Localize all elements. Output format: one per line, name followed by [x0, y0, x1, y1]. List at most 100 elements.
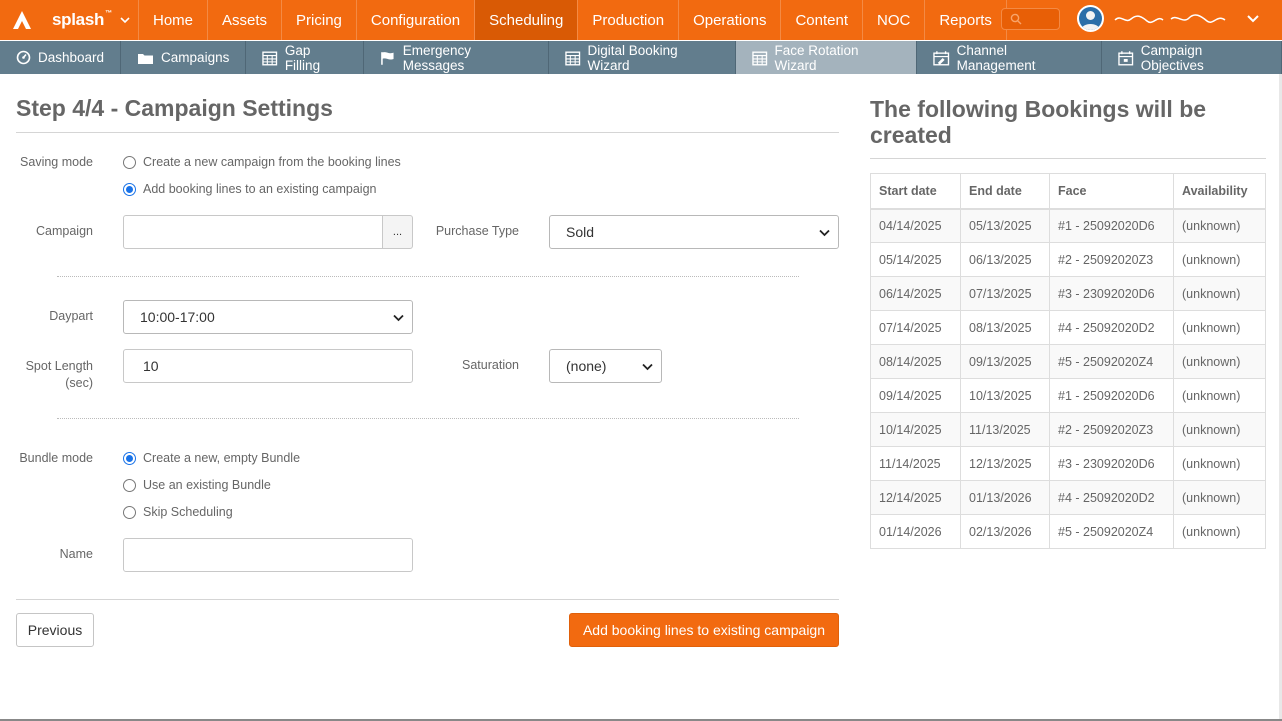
- add-booking-lines-button[interactable]: Add booking lines to existing campaign: [569, 613, 839, 647]
- nav-home[interactable]: Home: [139, 0, 209, 40]
- saving-mode-option-existing[interactable]: Add booking lines to an existing campaig…: [123, 182, 376, 196]
- daypart-value: 10:00-17:00: [140, 309, 215, 325]
- cell-start-date: 04/14/2025: [870, 208, 961, 243]
- cell-face: #1 - 25092020D6: [1049, 208, 1174, 243]
- subnav-campaigns[interactable]: Campaigns: [121, 41, 247, 74]
- subnav-emergency-messages[interactable]: Emergency Messages: [364, 41, 550, 74]
- search-input[interactable]: [1001, 8, 1060, 30]
- section-divider: [57, 276, 799, 277]
- cell-start-date: 11/14/2025: [870, 446, 961, 481]
- cell-end-date: 01/13/2026: [960, 480, 1050, 515]
- bundle-mode-option-existing[interactable]: Use an existing Bundle: [123, 478, 271, 492]
- daypart-label: Daypart: [49, 309, 93, 323]
- radio-button[interactable]: [123, 155, 136, 169]
- table-row: 05/14/2025 06/13/2025 #2 - 25092020Z3 (unkn…: [870, 242, 1266, 277]
- cell-availability: (unknown): [1173, 514, 1266, 549]
- nav-content[interactable]: Content: [781, 0, 863, 40]
- radio-button[interactable]: [123, 505, 136, 519]
- cell-end-date: 10/13/2025: [960, 378, 1050, 413]
- cell-availability: (unknown): [1173, 412, 1266, 447]
- chevron-down-icon: [642, 363, 653, 371]
- cell-start-date: 10/14/2025: [870, 412, 961, 447]
- nav-configuration[interactable]: Configuration: [357, 0, 476, 40]
- subnav-channel-management-label: Channel Management: [956, 42, 1036, 73]
- calendar-grid-icon: [565, 51, 581, 65]
- nav-scheduling[interactable]: Scheduling: [475, 0, 579, 40]
- cell-start-date: 08/14/2025: [870, 344, 961, 379]
- subnav-campaigns-label: Campaigns: [161, 50, 230, 65]
- cell-end-date: 02/13/2026: [960, 514, 1050, 549]
- cell-face: #3 - 23092020D6: [1049, 276, 1174, 311]
- title-divider: [16, 132, 839, 133]
- saturation-value: (none): [566, 358, 607, 374]
- nav-pricing[interactable]: Pricing: [282, 0, 357, 40]
- campaign-input[interactable]: [123, 215, 383, 249]
- nav-operations[interactable]: Operations: [679, 0, 782, 40]
- nav-noc[interactable]: NOC: [863, 0, 926, 40]
- saturation-select[interactable]: (none): [549, 349, 662, 383]
- table-row: 06/14/2025 07/13/2025 #3 - 23092020D6 (unkn…: [870, 276, 1266, 311]
- nav-production[interactable]: Production: [578, 0, 680, 40]
- cell-availability: (unknown): [1173, 480, 1266, 515]
- subnav-dashboard[interactable]: Dashboard: [0, 41, 122, 74]
- table-row: 12/14/2025 01/13/2026 #4 - 25092020D2 (unkn…: [870, 480, 1266, 515]
- column-face[interactable]: Face: [1049, 173, 1174, 210]
- cell-face: #2 - 25092020Z3: [1049, 242, 1174, 277]
- subnav-channel-management[interactable]: Channel Management: [917, 41, 1103, 74]
- cell-start-date: 05/14/2025: [870, 242, 961, 277]
- subnav-digital-booking-wizard[interactable]: Digital Booking Wizard: [549, 41, 737, 74]
- scheduling-subnav: Dashboard Campaigns Gap Filling Emergenc…: [0, 41, 1282, 74]
- name-input[interactable]: [123, 538, 413, 572]
- spot-length-label: Spot Length (sec): [10, 358, 93, 392]
- cell-end-date: 09/13/2025: [960, 344, 1050, 379]
- spot-length-input[interactable]: 10: [123, 349, 413, 383]
- avatar[interactable]: [1077, 5, 1104, 32]
- bundle-mode-label: Bundle mode: [19, 451, 93, 465]
- subnav-gap-filling-label: Gap Filling: [284, 42, 321, 73]
- subnav-face-rotation-wizard-label: Face Rotation Wizard: [774, 42, 859, 73]
- nav-assets[interactable]: Assets: [208, 0, 283, 40]
- cell-availability: (unknown): [1173, 378, 1266, 413]
- saving-mode-option-new[interactable]: Create a new campaign from the booking l…: [123, 155, 401, 169]
- cell-face: #5 - 25092020Z4: [1049, 514, 1174, 549]
- column-start-date[interactable]: Start date: [870, 173, 961, 210]
- campaign-label: Campaign: [36, 224, 93, 238]
- table-row: 04/14/2025 05/13/2025 #1 - 25092020D6 (unkn…: [870, 208, 1266, 243]
- radio-button-checked[interactable]: [123, 451, 136, 465]
- bundle-mode-option-new[interactable]: Create a new, empty Bundle: [123, 451, 300, 465]
- nav-reports[interactable]: Reports: [925, 0, 1007, 40]
- subnav-campaign-objectives[interactable]: Campaign Objectives: [1102, 41, 1282, 74]
- radio-button[interactable]: [123, 478, 136, 492]
- table-row: 11/14/2025 12/13/2025 #3 - 23092020D6 (unkn…: [870, 446, 1266, 481]
- brand-menu[interactable]: splash™: [0, 0, 139, 40]
- radio-button-checked[interactable]: [123, 182, 136, 196]
- top-navbar: splash™ Home Assets Pricing Configuratio…: [0, 0, 1282, 40]
- bookings-title: The following Bookings will be created: [870, 96, 1207, 148]
- bundle-mode-option-skip[interactable]: Skip Scheduling: [123, 505, 233, 519]
- subnav-digital-booking-wizard-label: Digital Booking Wizard: [587, 42, 678, 73]
- cell-start-date: 07/14/2025: [870, 310, 961, 345]
- cell-availability: (unknown): [1173, 310, 1266, 345]
- cell-start-date: 06/14/2025: [870, 276, 961, 311]
- daypart-select[interactable]: 10:00-17:00: [123, 300, 413, 334]
- bookings-divider: [870, 158, 1266, 159]
- name-label: Name: [59, 547, 93, 561]
- column-end-date[interactable]: End date: [960, 173, 1050, 210]
- purchase-type-select[interactable]: Sold: [549, 215, 839, 249]
- brand-name: splash: [52, 10, 105, 29]
- purchase-type-value: Sold: [566, 224, 595, 240]
- cell-end-date: 08/13/2025: [960, 310, 1050, 345]
- subnav-gap-filling[interactable]: Gap Filling: [246, 41, 365, 74]
- footer-divider: [16, 599, 839, 600]
- user-signature-icon[interactable]: [1113, 10, 1228, 28]
- cell-availability: (unknown): [1173, 446, 1266, 481]
- previous-button[interactable]: Previous: [16, 613, 94, 647]
- bundle-mode-option-existing-label: Use an existing Bundle: [143, 478, 271, 492]
- user-menu-chevron-icon[interactable]: [1246, 13, 1260, 25]
- table-row: 10/14/2025 11/13/2025 #2 - 25092020Z3 (unkn…: [870, 412, 1266, 447]
- subnav-face-rotation-wizard[interactable]: Face Rotation Wizard: [736, 41, 918, 74]
- campaign-picker-button[interactable]: ...: [382, 215, 413, 249]
- cell-face: #2 - 25092020Z3: [1049, 412, 1174, 447]
- column-availability[interactable]: Availability: [1173, 173, 1266, 210]
- subnav-campaign-objectives-label: Campaign Objectives: [1140, 42, 1204, 73]
